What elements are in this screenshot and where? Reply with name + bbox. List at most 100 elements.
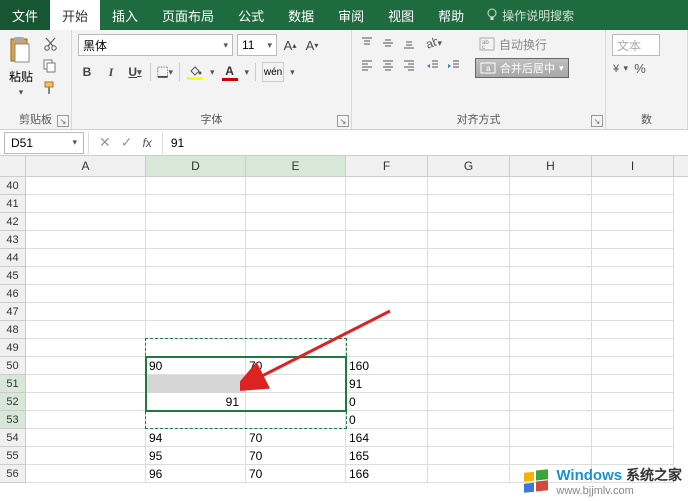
row-header[interactable]: 44 [0,249,26,267]
grow-font-button[interactable]: A▴ [281,35,299,55]
tab-formulas[interactable]: 公式 [226,0,276,30]
cell[interactable] [346,303,428,321]
row-header[interactable]: 42 [0,213,26,231]
spreadsheet-grid[interactable]: A D E F G H I 40414243444546474849509070… [0,156,688,501]
row-header[interactable]: 54 [0,429,26,447]
cell[interactable] [428,249,510,267]
orientation-button[interactable]: ab▾ [424,34,442,52]
tab-view[interactable]: 视图 [376,0,426,30]
chevron-down-icon[interactable]: ▾ [245,67,250,78]
cell[interactable] [510,339,592,357]
paste-button[interactable]: 粘贴 ▾ [6,34,36,100]
cell[interactable] [146,303,246,321]
cell[interactable] [346,177,428,195]
cell[interactable] [428,285,510,303]
cell[interactable] [146,213,246,231]
cell[interactable] [592,249,674,267]
cell[interactable] [428,465,510,483]
row-header[interactable]: 56 [0,465,26,483]
tell-me-search[interactable]: 操作说明搜索 [486,0,574,30]
cell[interactable] [346,195,428,213]
cell[interactable] [26,339,146,357]
chevron-down-icon[interactable]: ▾ [210,67,215,78]
phonetic-guide-button[interactable]: wén [262,62,284,82]
cell[interactable] [246,375,346,393]
cell[interactable] [246,249,346,267]
cell[interactable] [510,357,592,375]
shrink-font-button[interactable]: A▾ [303,35,321,55]
cell[interactable] [592,231,674,249]
cell[interactable] [26,465,146,483]
row-header[interactable]: 41 [0,195,26,213]
font-size-combo[interactable]: 11 ▾ [237,34,277,56]
merge-center-button[interactable]: a 合并后居中 ▾ [475,58,569,78]
cell[interactable] [510,177,592,195]
cell[interactable] [26,195,146,213]
cell[interactable] [146,195,246,213]
decrease-indent-button[interactable] [424,56,442,74]
cell[interactable] [592,213,674,231]
cell[interactable] [26,375,146,393]
cell[interactable] [428,267,510,285]
cell[interactable] [146,411,246,429]
cell[interactable] [510,321,592,339]
align-left-button[interactable] [358,56,376,74]
cell[interactable]: 95 [146,447,246,465]
tab-insert[interactable]: 插入 [100,0,150,30]
cell[interactable] [26,393,146,411]
font-dialog-launcher[interactable]: ↘ [337,115,349,127]
cell[interactable] [510,303,592,321]
cell[interactable] [246,177,346,195]
cell[interactable] [346,231,428,249]
row-header[interactable]: 46 [0,285,26,303]
cell[interactable]: 70 [246,357,346,375]
cell[interactable] [592,447,674,465]
cell[interactable] [592,267,674,285]
cell[interactable] [246,285,346,303]
cell[interactable] [146,321,246,339]
row-header[interactable]: 43 [0,231,26,249]
cell[interactable] [246,303,346,321]
cell[interactable]: 70 [246,429,346,447]
cell[interactable]: 0 [346,411,428,429]
cell[interactable]: 160 [346,357,428,375]
align-top-button[interactable] [358,34,376,52]
row-header[interactable]: 45 [0,267,26,285]
number-format-combo[interactable]: 文本 [612,34,660,56]
select-all-corner[interactable] [0,156,26,176]
col-header-D[interactable]: D [146,156,246,176]
cell[interactable] [428,303,510,321]
cell[interactable] [592,339,674,357]
cell[interactable] [592,357,674,375]
cell[interactable] [146,249,246,267]
cell[interactable] [346,249,428,267]
cell[interactable] [592,195,674,213]
cell[interactable] [428,177,510,195]
format-painter-button[interactable] [42,80,58,96]
cell[interactable] [592,321,674,339]
cell[interactable]: 91 [346,375,428,393]
cell[interactable]: 70 [246,447,346,465]
align-center-button[interactable] [379,56,397,74]
cell[interactable]: 91 [146,393,246,411]
cell[interactable] [428,231,510,249]
cell[interactable] [146,375,246,393]
font-name-combo[interactable]: 黑体 ▾ [78,34,233,56]
row-header[interactable]: 50 [0,357,26,375]
cell[interactable] [26,213,146,231]
cell[interactable] [26,447,146,465]
cell[interactable] [26,321,146,339]
accounting-format-button[interactable]: ¥▾ [612,60,628,76]
cell[interactable]: 166 [346,465,428,483]
cell[interactable] [510,195,592,213]
cell[interactable] [510,249,592,267]
cell[interactable] [510,375,592,393]
cell[interactable] [26,303,146,321]
cell[interactable] [246,339,346,357]
cell[interactable] [428,393,510,411]
cancel-button[interactable]: ✕ [99,134,111,151]
percent-button[interactable]: % [632,60,648,76]
cell[interactable] [510,285,592,303]
tab-review[interactable]: 审阅 [326,0,376,30]
align-bottom-button[interactable] [400,34,418,52]
